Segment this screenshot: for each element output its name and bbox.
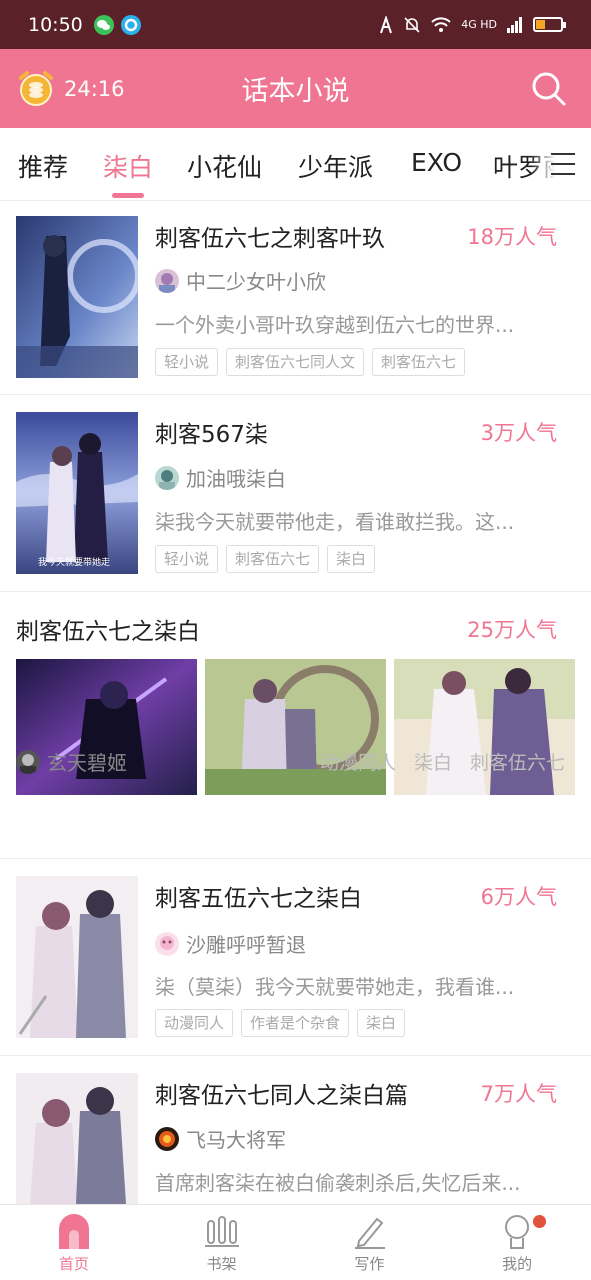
story-tags: 轻小说 刺客伍六七同人文 刺客伍六七 xyxy=(155,348,466,376)
story-author[interactable]: 加油哦柒白 xyxy=(155,463,286,492)
tag[interactable]: 动漫同人 xyxy=(155,1009,234,1037)
story-tags: 轻小说 刺客伍六七 柒白 xyxy=(155,545,376,573)
story-author[interactable]: 沙雕呼呼暂退 xyxy=(155,929,306,958)
nav-profile[interactable]: 我的 xyxy=(443,1205,591,1280)
nav-label: 我的 xyxy=(502,1255,533,1273)
bookshelf-icon xyxy=(204,1216,239,1247)
popularity-count: 25万人气 xyxy=(467,618,557,642)
story-cover[interactable] xyxy=(16,1073,138,1204)
story-cover[interactable] xyxy=(16,876,138,1038)
author-name: 中二少女叶小欣 xyxy=(186,270,326,294)
search-icon[interactable] xyxy=(529,69,569,109)
tag[interactable]: 刺客伍六七 xyxy=(470,748,565,775)
nav-label: 书架 xyxy=(206,1255,237,1273)
alarm-clock-icon xyxy=(19,70,53,106)
avatar xyxy=(155,465,179,490)
app-header: 24:16 话本小说 xyxy=(0,49,591,128)
avatar xyxy=(155,1126,179,1151)
mute-bell-icon xyxy=(404,16,420,33)
story-title[interactable]: 刺客567柒 xyxy=(155,415,268,449)
story-description: 首席刺客柒在被白偷袭刺杀后,失忆后来... xyxy=(155,1171,521,1195)
story-tags: 动漫同人 作者是个杂食 柒白 xyxy=(155,1009,406,1037)
status-bar: 10:50 4G HD xyxy=(0,0,591,49)
avatar xyxy=(155,268,179,293)
story-author[interactable]: 玄天碧姬 xyxy=(16,747,127,776)
author-name: 飞马大将军 xyxy=(186,1128,286,1152)
bottom-nav: 首页 书架 写作 我的 xyxy=(0,1204,591,1280)
popularity-count: 6万人气 xyxy=(480,885,557,909)
avatar xyxy=(155,931,179,956)
story-card[interactable]: 刺客伍六七同人之柒白篇 7万人气 飞马大将军 首席刺客柒在被白偷袭刺杀后,失忆后… xyxy=(0,1056,591,1204)
popularity-count: 3万人气 xyxy=(480,421,557,445)
story-cover[interactable]: 我今天就要带她走 xyxy=(16,412,138,574)
tag[interactable]: 刺客伍六七 xyxy=(226,545,320,573)
story-description: 柒我今天就要带他走，看谁敢拦我。这... xyxy=(155,510,515,534)
tab-shaonianpai[interactable]: 少年派 xyxy=(298,148,373,184)
tag[interactable]: 刺客伍六七 xyxy=(372,348,466,376)
story-tags: 动漫同人 柒白 刺客伍六七 xyxy=(320,748,565,775)
battery-icon xyxy=(533,17,566,32)
tab-exo[interactable]: EXO xyxy=(411,148,462,177)
story-author[interactable]: 中二少女叶小欣 xyxy=(155,266,326,295)
author-name: 沙雕呼呼暂退 xyxy=(186,933,306,957)
gallery-footer: 玄天碧姬 动漫同人 柒白 刺客伍六七 xyxy=(16,747,565,776)
nav-home[interactable]: 首页 xyxy=(0,1205,148,1280)
tag[interactable]: 柒白 xyxy=(357,1009,406,1037)
menu-icon[interactable] xyxy=(549,150,577,178)
avatar xyxy=(16,749,40,774)
active-tab-indicator xyxy=(112,193,144,198)
nav-label: 写作 xyxy=(354,1255,385,1273)
wechat-icon xyxy=(93,14,114,35)
story-title[interactable]: 刺客伍六七之柒白 xyxy=(16,612,200,646)
network-type: 4G HD xyxy=(461,18,497,31)
author-name: 加油哦柒白 xyxy=(186,467,286,491)
browser-icon xyxy=(120,14,141,35)
tag[interactable]: 作者是个杂食 xyxy=(241,1009,350,1037)
story-description: 一个外卖小哥叶玖穿越到伍六七的世界... xyxy=(155,313,515,337)
author-name: 玄天碧姬 xyxy=(47,751,127,775)
wifi-icon xyxy=(431,16,451,32)
nav-bookshelf[interactable]: 书架 xyxy=(148,1205,296,1280)
story-title[interactable]: 刺客伍六七同人之柒白篇 xyxy=(155,1076,408,1110)
story-description: 柒（莫柒）我今天就要带她走，我看谁... xyxy=(155,975,515,999)
story-cover[interactable] xyxy=(16,216,138,378)
notification-dot xyxy=(533,1215,547,1228)
story-card[interactable]: 我今天就要带她走 刺客567柒 3万人气 加油哦柒白 柒我今天就要带他走，看谁敢… xyxy=(0,395,591,592)
profile-icon xyxy=(505,1215,530,1249)
pen-icon xyxy=(355,1217,386,1249)
tag[interactable]: 柒白 xyxy=(327,545,376,573)
tag[interactable]: 柒白 xyxy=(414,748,452,775)
tag[interactable]: 轻小说 xyxy=(155,545,219,573)
tab-recommend[interactable]: 推荐 xyxy=(18,148,68,184)
tab-qibai[interactable]: 柒白 xyxy=(103,148,153,184)
popularity-count: 18万人气 xyxy=(467,225,557,249)
story-card[interactable]: 刺客伍六七之刺客叶玖 18万人气 中二少女叶小欣 一个外卖小哥叶玖穿越到伍六七的… xyxy=(0,201,591,395)
tag[interactable]: 动漫同人 xyxy=(320,748,396,775)
timer-value: 24:16 xyxy=(64,76,125,101)
popularity-count: 7万人气 xyxy=(480,1082,557,1106)
tag[interactable]: 刺客伍六七同人文 xyxy=(226,348,365,376)
category-tabs: 推荐 柒白 小花仙 少年派 EXO 叶罗丽 xyxy=(0,128,591,201)
signal-icon xyxy=(507,16,522,33)
nav-write[interactable]: 写作 xyxy=(296,1205,444,1280)
tag[interactable]: 轻小说 xyxy=(155,348,219,376)
story-title[interactable]: 刺客五伍六七之柒白 xyxy=(155,879,362,913)
home-icon xyxy=(58,1214,89,1249)
tab-xiaohuaxian[interactable]: 小花仙 xyxy=(187,148,262,184)
nav-label: 首页 xyxy=(58,1255,89,1273)
story-author[interactable]: 飞马大将军 xyxy=(155,1124,286,1153)
story-card[interactable]: 刺客五伍六七之柒白 6万人气 沙雕呼呼暂退 柒（莫柒）我今天就要带她走，我看谁.… xyxy=(0,859,591,1056)
reading-timer[interactable]: 24:16 xyxy=(16,69,125,109)
story-card-gallery[interactable]: 刺客伍六七之柒白 25万人气 玄天碧姬 动漫同人 柒白 刺客伍六七 xyxy=(0,592,591,859)
status-time: 10:50 xyxy=(28,13,83,36)
story-title[interactable]: 刺客伍六七之刺客叶玖 xyxy=(155,219,385,253)
accessibility-icon xyxy=(380,15,393,33)
cover-caption: 我今天就要带她走 xyxy=(38,558,111,568)
